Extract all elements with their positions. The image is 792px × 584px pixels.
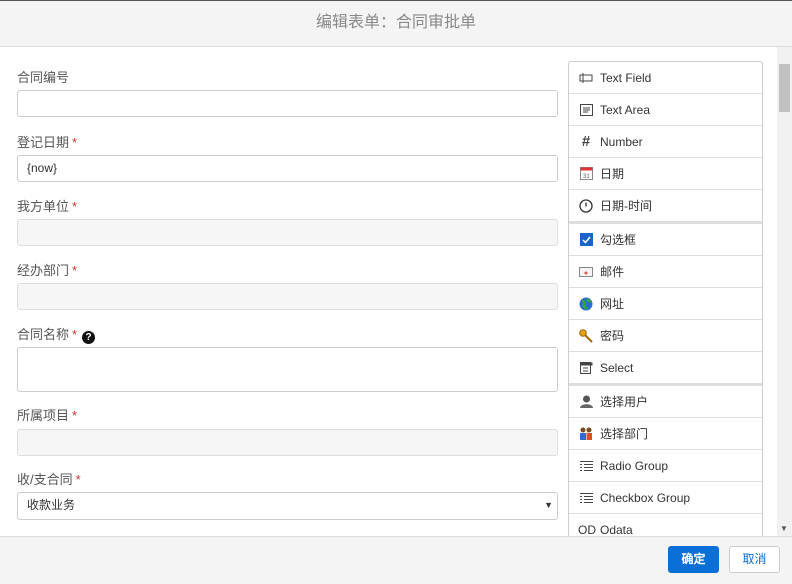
scrollbar[interactable]: ▼ (777, 47, 792, 536)
label-text: 所属项目 (17, 408, 70, 423)
project-input[interactable] (17, 429, 558, 456)
palette-item-select-department[interactable]: 选择部门 (569, 418, 762, 450)
cancel-button[interactable]: 取消 (729, 546, 780, 573)
palette-item-label: 选择部门 (600, 427, 649, 441)
palette-item-label: Number (600, 134, 643, 149)
list-icon (579, 491, 593, 505)
calendar-icon: 31 (579, 167, 593, 181)
contract-no-input[interactable] (17, 90, 558, 117)
palette-item-odata[interactable]: OD Odata (569, 514, 762, 537)
department-input[interactable] (17, 283, 558, 310)
our-unit-input[interactable] (17, 219, 558, 246)
required-mark: * (72, 327, 78, 342)
user-icon (579, 395, 593, 409)
dialog-body: 合同编号 登记日期 * {now} 我方单位 * 经办部门 * 合同名称 *? 所属项目… (0, 47, 792, 536)
required-mark: * (72, 408, 78, 423)
label-contract-name: 合同名称 *? (17, 324, 96, 344)
contract-type-select[interactable]: 收款业务 ▼ (17, 492, 558, 520)
palette-item-label: 邮件 (600, 265, 625, 279)
hash-icon: # (581, 133, 591, 150)
envelope-icon (579, 265, 593, 279)
label-text: 合同编号 (17, 70, 70, 85)
palette-item-label: Checkbox Group (600, 490, 691, 505)
required-mark: * (75, 472, 81, 487)
contract-name-textarea[interactable] (17, 347, 558, 392)
checkbox-icon (579, 233, 593, 247)
label-text: 我方单位 (17, 199, 70, 214)
palette-item-label: Text Field (600, 70, 652, 85)
required-mark: * (72, 263, 78, 278)
palette-item-label: 网址 (600, 297, 625, 311)
users-icon (579, 427, 593, 441)
palette-item-email[interactable]: 邮件 (569, 256, 762, 288)
label-project: 所属项目 * (17, 405, 77, 424)
question-circle-icon[interactable]: ? (82, 331, 96, 344)
key-icon (579, 328, 593, 343)
palette-item-text-area[interactable]: Text Area (569, 94, 762, 126)
globe-icon (579, 297, 593, 311)
palette-item-label: 勾选框 (600, 233, 637, 247)
label-text: 合同名称 (17, 327, 70, 342)
list-icon (579, 459, 593, 473)
palette-item-label: Radio Group (600, 458, 669, 473)
text-area-icon (579, 103, 593, 117)
dialog-title: 编辑表单：合同审批单 (315, 14, 476, 31)
palette-item-date[interactable]: 31 日期 (569, 158, 762, 190)
label-text: 收/支合同 (17, 472, 73, 487)
palette-item-radio-group[interactable]: Radio Group (569, 450, 762, 482)
od-icon: OD (578, 522, 596, 537)
register-date-input[interactable]: {now} (17, 155, 558, 182)
palette-item-label: Select (600, 360, 634, 375)
select-icon (579, 361, 593, 375)
label-contract-type: 收/支合同 * (17, 469, 81, 488)
label-text: 经办部门 (17, 263, 70, 278)
confirm-button[interactable]: 确定 (668, 546, 719, 573)
palette-item-text-field[interactable]: Text Field (569, 62, 762, 94)
scrollbar-thumb[interactable] (779, 64, 790, 112)
palette-item-password[interactable]: 密码 (569, 320, 762, 352)
dialog-header: 编辑表单：合同审批单 (0, 1, 792, 47)
label-our-unit: 我方单位 * (17, 196, 77, 215)
caret-down-icon: ▼ (544, 500, 553, 510)
label-register-date: 登记日期 * (17, 132, 77, 151)
scroll-down-arrow-icon[interactable]: ▼ (780, 524, 788, 533)
clock-icon (579, 198, 593, 213)
label-department: 经办部门 * (17, 260, 77, 279)
field-palette: Text Field Text Area # Number 31 日期 日期-时间 … (568, 61, 763, 536)
svg-text:31: 31 (583, 174, 590, 180)
palette-item-select-user[interactable]: 选择用户 (569, 386, 762, 418)
palette-item-label: Text Area (600, 102, 651, 117)
palette-item-checkbox-group[interactable]: Checkbox Group (569, 482, 762, 514)
palette-item-select[interactable]: Select (569, 352, 762, 386)
required-mark: * (72, 199, 78, 214)
palette-item-url[interactable]: 网址 (569, 288, 762, 320)
required-mark: * (72, 135, 78, 150)
label-contract-no: 合同编号 (17, 67, 69, 86)
palette-item-checkbox[interactable]: 勾选框 (569, 224, 762, 256)
dialog-footer: 确定 取消 (0, 536, 792, 584)
palette-item-datetime[interactable]: 日期-时间 (569, 190, 762, 224)
palette-item-label: 选择用户 (600, 395, 649, 409)
select-value: 收款业务 (27, 498, 76, 512)
palette-item-label: 密码 (600, 329, 625, 343)
palette-item-label: Odata (600, 522, 633, 537)
palette-item-label: 日期 (600, 167, 625, 181)
label-text: 登记日期 (17, 135, 70, 150)
palette-item-number[interactable]: # Number (569, 126, 762, 158)
text-field-icon (579, 71, 593, 85)
palette-item-label: 日期-时间 (600, 199, 652, 213)
